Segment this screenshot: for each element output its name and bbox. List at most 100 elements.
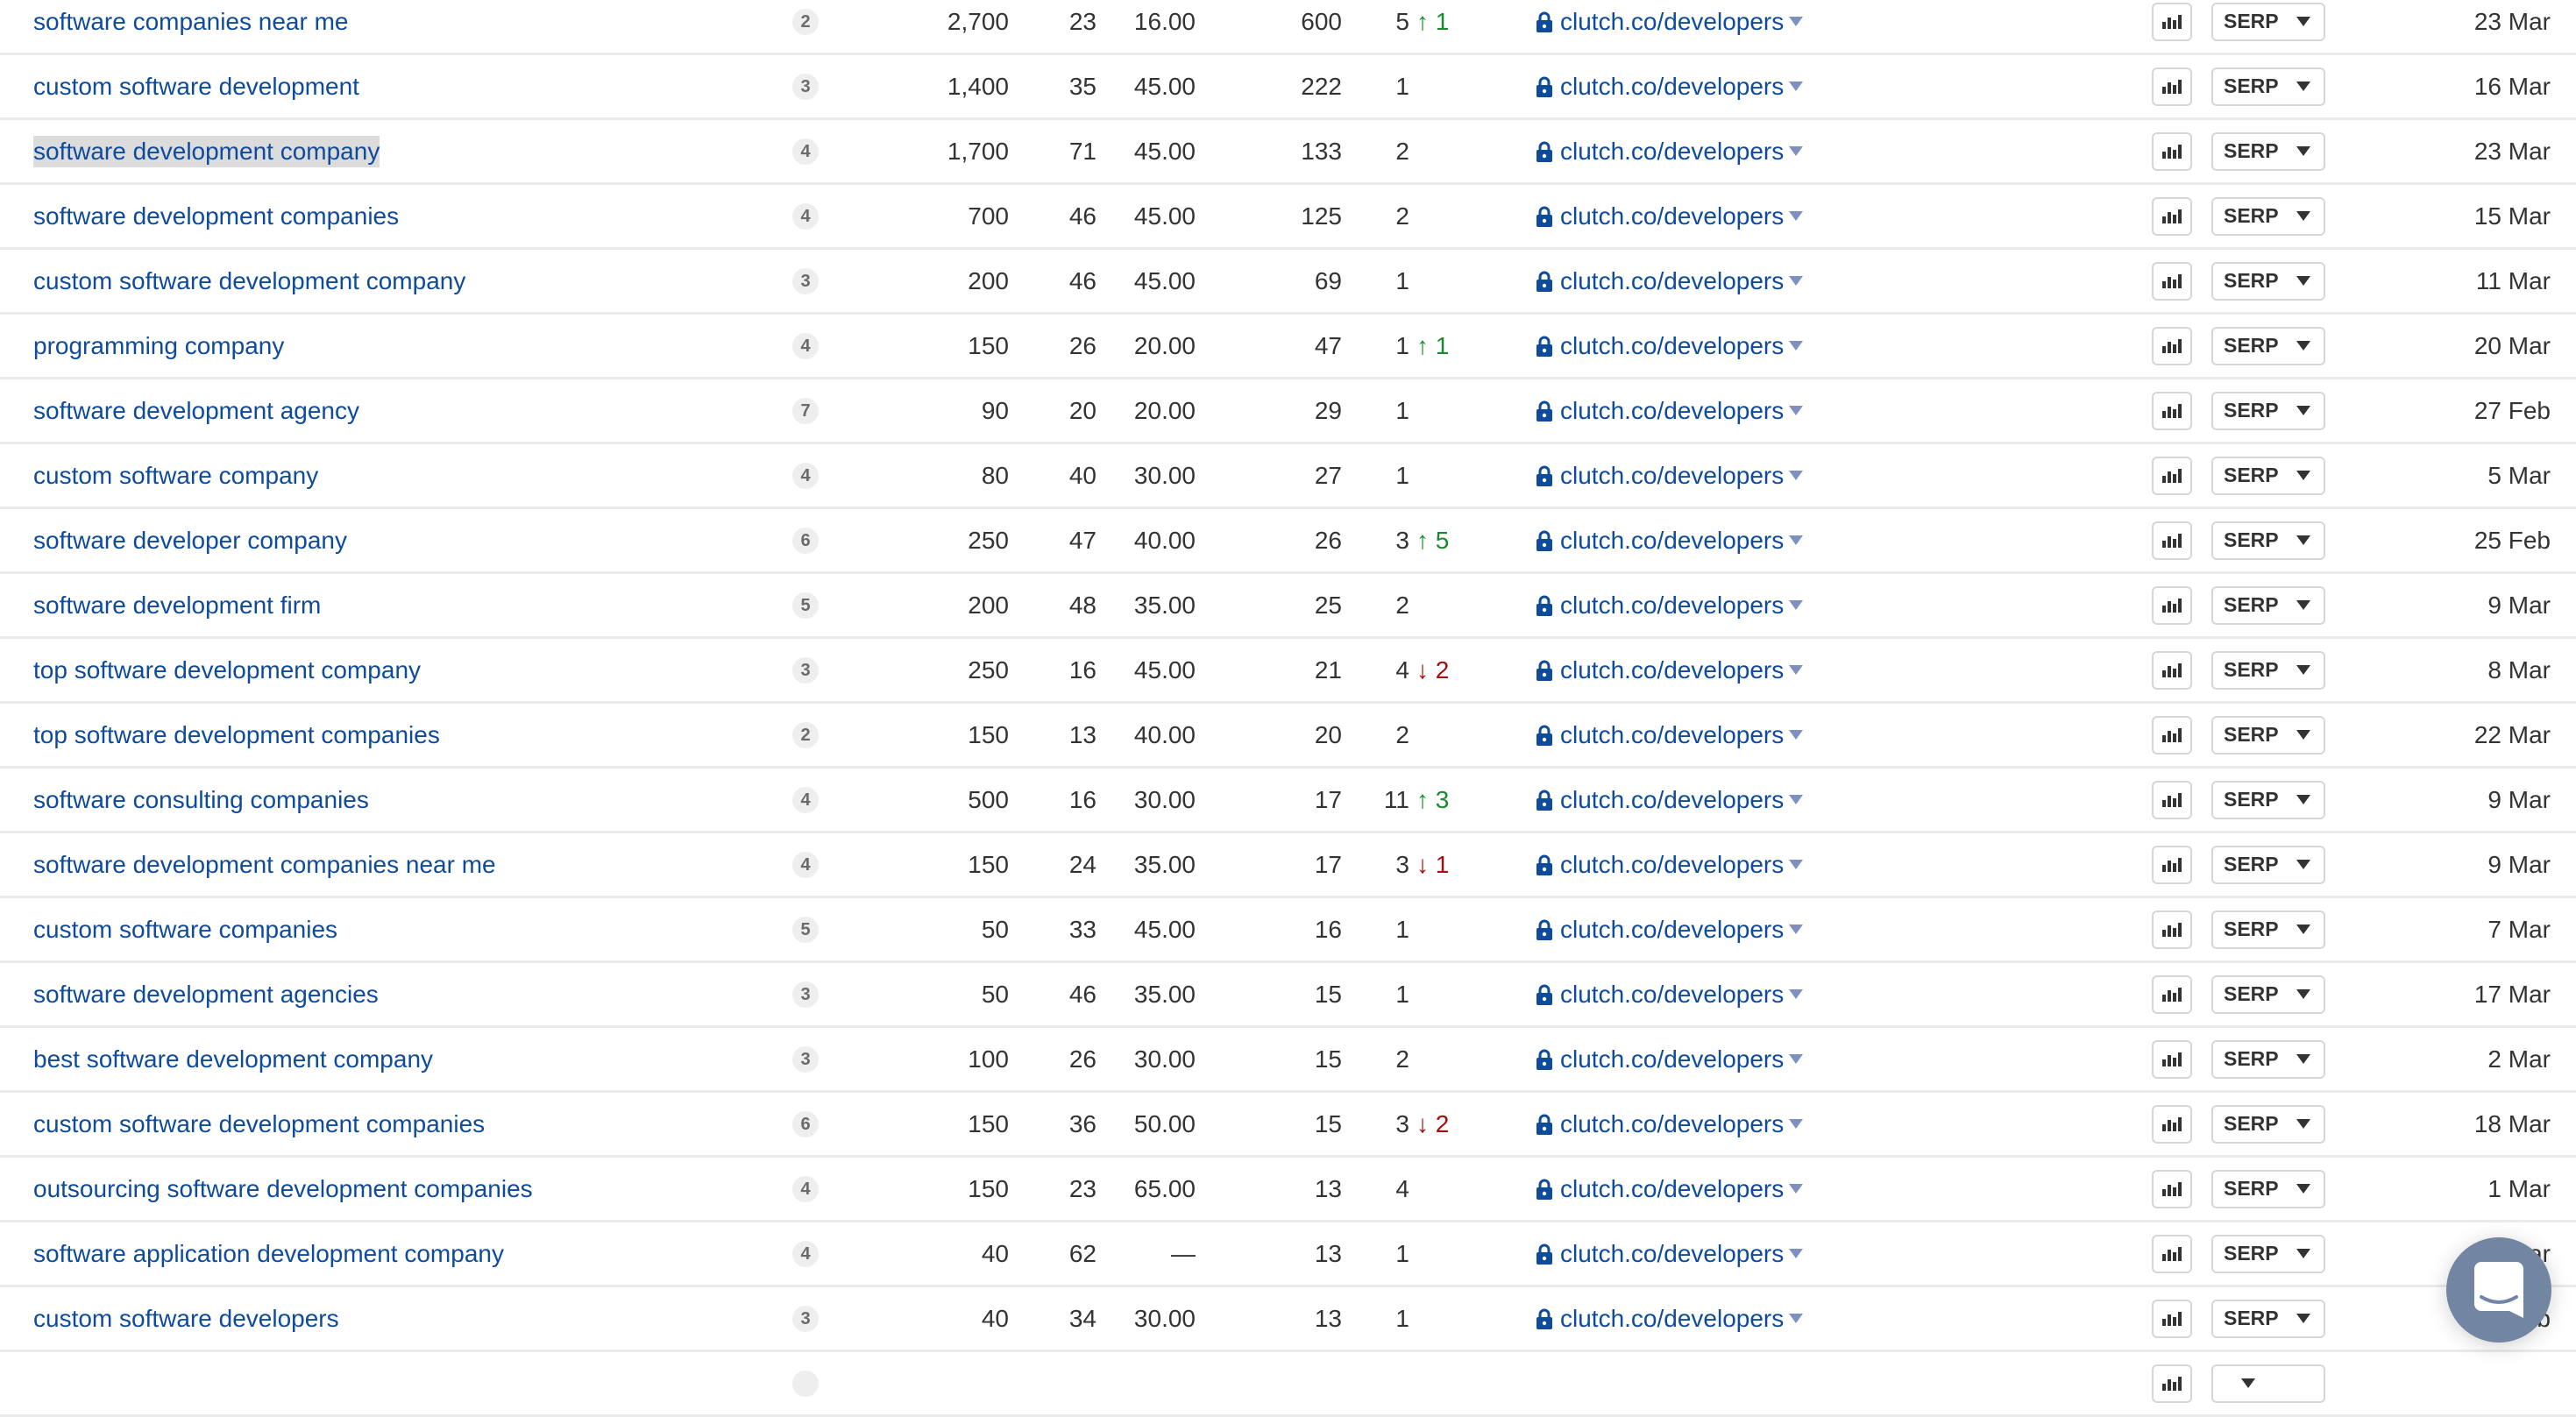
url-dropdown-caret-icon[interactable] [1789, 665, 1804, 675]
ranking-url-link[interactable]: clutch.co/developers [1536, 592, 1804, 620]
ranking-url-link[interactable]: clutch.co/developers [1536, 202, 1804, 230]
position-history-chart-button[interactable] [2152, 1169, 2192, 1208]
ranking-url-link[interactable]: clutch.co/developers [1536, 462, 1804, 490]
position-history-chart-button[interactable] [2152, 456, 2192, 495]
position-history-chart-button[interactable] [2152, 1234, 2192, 1273]
serp-dropdown-button[interactable]: SERP [2211, 974, 2325, 1014]
serp-dropdown-button[interactable]: SERP [2211, 910, 2325, 949]
url-dropdown-caret-icon[interactable] [1789, 795, 1804, 804]
serp-dropdown-button[interactable]: SERP [2211, 2, 2325, 41]
keyword-link[interactable]: software development company [33, 135, 380, 167]
position-history-chart-button[interactable] [2152, 845, 2192, 884]
url-dropdown-caret-icon[interactable] [1789, 925, 1804, 934]
serp-dropdown-button[interactable]: SERP [2211, 1299, 2325, 1338]
keyword-link[interactable]: software development agencies [33, 979, 379, 1010]
position-history-chart-button[interactable] [2152, 521, 2192, 560]
ranking-url-link[interactable]: clutch.co/developers [1536, 1110, 1804, 1138]
keyword-link[interactable]: top software development companies [33, 719, 440, 751]
position-history-chart-button[interactable] [2152, 391, 2192, 430]
keyword-link[interactable]: software application development company [33, 1238, 504, 1270]
url-dropdown-caret-icon[interactable] [1789, 535, 1804, 545]
serp-dropdown-button[interactable]: SERP [2211, 780, 2325, 819]
serp-dropdown-button[interactable]: SERP [2211, 67, 2325, 106]
url-dropdown-caret-icon[interactable] [1789, 860, 1804, 869]
ranking-url-link[interactable]: clutch.co/developers [1536, 138, 1804, 166]
serp-dropdown-button[interactable]: SERP [2211, 1169, 2325, 1208]
ranking-url-link[interactable]: clutch.co/developers [1536, 656, 1804, 684]
ranking-url-link[interactable]: clutch.co/developers [1536, 1175, 1804, 1203]
keyword-link[interactable]: custom software development company [33, 266, 465, 297]
position-history-chart-button[interactable] [2152, 67, 2192, 106]
position-history-chart-button[interactable] [2152, 585, 2192, 625]
position-history-chart-button[interactable] [2152, 196, 2192, 236]
keyword-link[interactable]: custom software companies [33, 914, 337, 946]
position-history-chart-button[interactable] [2152, 650, 2192, 690]
keyword-link[interactable]: software development companies [33, 201, 399, 232]
ranking-url-link[interactable]: clutch.co/developers [1536, 981, 1804, 1009]
ranking-url-link[interactable]: clutch.co/developers [1536, 332, 1804, 360]
ranking-url-link[interactable]: clutch.co/developers [1536, 916, 1804, 944]
position-history-chart-button[interactable] [2152, 974, 2192, 1014]
ranking-url-link[interactable]: clutch.co/developers [1536, 397, 1804, 425]
keyword-link[interactable]: custom software development companies [33, 1109, 485, 1140]
position-history-chart-button[interactable] [2152, 715, 2192, 755]
keyword-link[interactable]: software companies near me [33, 6, 349, 38]
ranking-url-link[interactable]: clutch.co/developers [1536, 8, 1804, 36]
url-dropdown-caret-icon[interactable] [1789, 1184, 1804, 1194]
url-dropdown-caret-icon[interactable] [1789, 1119, 1804, 1129]
chat-launcher-button[interactable] [2446, 1237, 2551, 1343]
serp-dropdown-button[interactable] [2211, 1364, 2325, 1403]
url-dropdown-caret-icon[interactable] [1789, 146, 1804, 156]
serp-dropdown-button[interactable]: SERP [2211, 1039, 2325, 1079]
url-dropdown-caret-icon[interactable] [1789, 341, 1804, 351]
serp-dropdown-button[interactable]: SERP [2211, 845, 2325, 884]
keyword-link[interactable]: custom software company [33, 460, 318, 492]
url-dropdown-caret-icon[interactable] [1789, 81, 1804, 91]
keyword-link[interactable]: software developer company [33, 525, 347, 556]
serp-dropdown-button[interactable]: SERP [2211, 521, 2325, 560]
ranking-url-link[interactable]: clutch.co/developers [1536, 267, 1804, 295]
position-history-chart-button[interactable] [2152, 1104, 2192, 1144]
serp-dropdown-button[interactable]: SERP [2211, 131, 2325, 171]
serp-dropdown-button[interactable]: SERP [2211, 196, 2325, 236]
ranking-url-link[interactable]: clutch.co/developers [1536, 527, 1804, 555]
url-dropdown-caret-icon[interactable] [1789, 1314, 1804, 1323]
position-history-chart-button[interactable] [2152, 1364, 2192, 1403]
keyword-link[interactable]: software development agency [33, 395, 359, 427]
keyword-link[interactable]: software consulting companies [33, 784, 369, 816]
position-history-chart-button[interactable] [2152, 261, 2192, 301]
ranking-url-link[interactable]: clutch.co/developers [1536, 851, 1804, 879]
url-dropdown-caret-icon[interactable] [1789, 211, 1804, 221]
url-dropdown-caret-icon[interactable] [1789, 17, 1804, 26]
position-history-chart-button[interactable] [2152, 780, 2192, 819]
serp-dropdown-button[interactable]: SERP [2211, 585, 2325, 625]
position-history-chart-button[interactable] [2152, 910, 2192, 949]
serp-dropdown-button[interactable]: SERP [2211, 650, 2325, 690]
keyword-link[interactable]: top software development company [33, 655, 421, 686]
url-dropdown-caret-icon[interactable] [1789, 471, 1804, 480]
keyword-link[interactable]: best software development company [33, 1044, 433, 1075]
keyword-link[interactable]: custom software development [33, 71, 359, 103]
url-dropdown-caret-icon[interactable] [1789, 730, 1804, 740]
url-dropdown-caret-icon[interactable] [1789, 1249, 1804, 1258]
keyword-link[interactable]: custom software developers [33, 1303, 339, 1335]
serp-dropdown-button[interactable]: SERP [2211, 715, 2325, 755]
position-history-chart-button[interactable] [2152, 326, 2192, 365]
keyword-link[interactable]: software development companies near me [33, 849, 496, 881]
position-history-chart-button[interactable] [2152, 2, 2192, 41]
ranking-url-link[interactable]: clutch.co/developers [1536, 721, 1804, 749]
url-dropdown-caret-icon[interactable] [1789, 406, 1804, 415]
serp-dropdown-button[interactable]: SERP [2211, 391, 2325, 430]
url-dropdown-caret-icon[interactable] [1789, 276, 1804, 286]
serp-dropdown-button[interactable]: SERP [2211, 326, 2325, 365]
position-history-chart-button[interactable] [2152, 1039, 2192, 1079]
ranking-url-link[interactable]: clutch.co/developers [1536, 786, 1804, 814]
url-dropdown-caret-icon[interactable] [1789, 600, 1804, 610]
serp-dropdown-button[interactable]: SERP [2211, 1104, 2325, 1144]
ranking-url-link[interactable]: clutch.co/developers [1536, 73, 1804, 101]
url-dropdown-caret-icon[interactable] [1789, 989, 1804, 999]
position-history-chart-button[interactable] [2152, 131, 2192, 171]
keyword-link[interactable]: software development firm [33, 590, 321, 621]
serp-dropdown-button[interactable]: SERP [2211, 261, 2325, 301]
url-dropdown-caret-icon[interactable] [1789, 1054, 1804, 1064]
